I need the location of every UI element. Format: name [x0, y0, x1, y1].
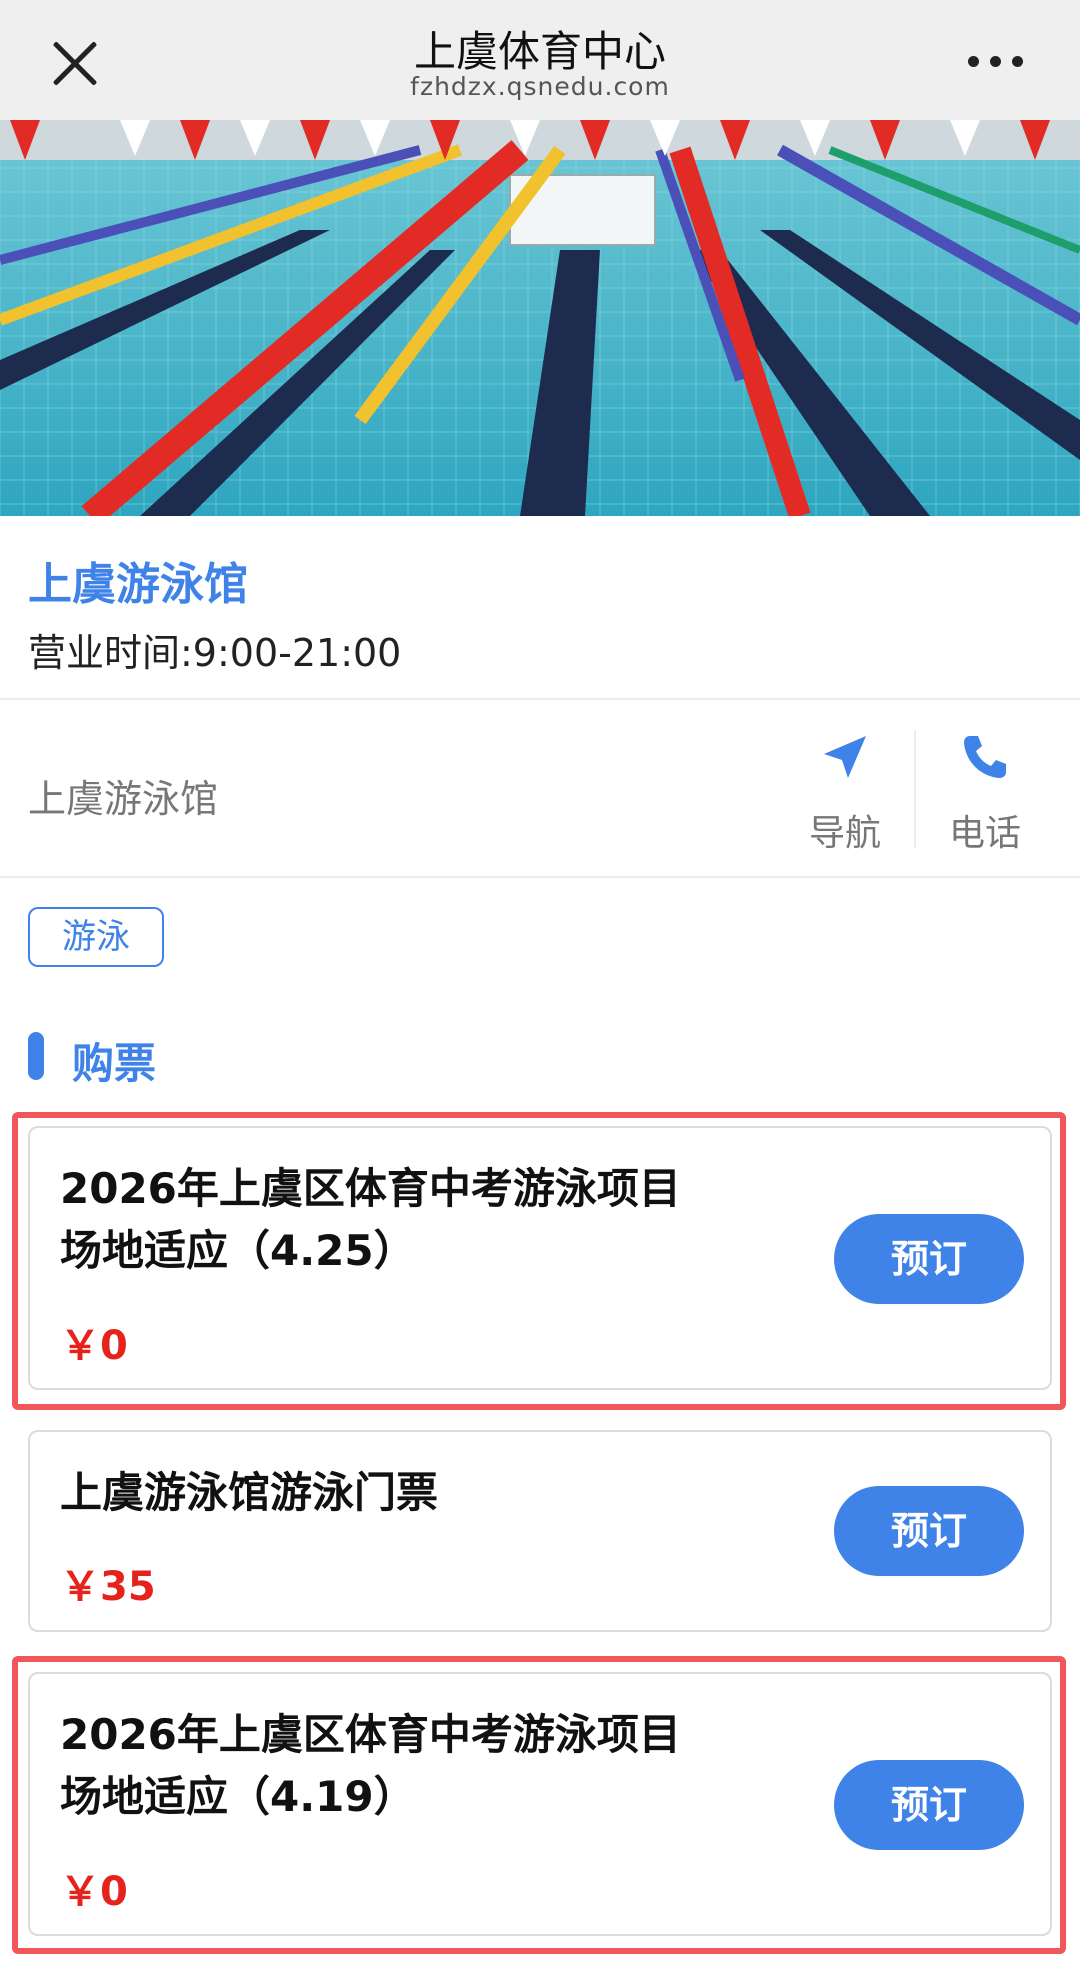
swimming-pool-photo	[0, 120, 1080, 516]
more-icon[interactable]	[968, 52, 1038, 68]
navigate-button[interactable]: 导航	[800, 728, 890, 854]
book-button[interactable]: 预订	[834, 1760, 1024, 1850]
navigation-arrow-icon	[824, 736, 866, 778]
ticket-title: 上虞游泳馆游泳门票	[60, 1468, 439, 1517]
ticket-title: 场地适应（4.19）	[60, 1772, 416, 1821]
action-separator	[914, 730, 916, 848]
ticket-price: ￥0	[60, 1869, 128, 1915]
navigate-label: 导航	[808, 813, 881, 854]
phone-button[interactable]: 电话	[940, 728, 1030, 854]
business-hours: 营业时间:9:00-21:00	[28, 631, 402, 675]
ticket-price: ￥35	[60, 1564, 156, 1610]
phone-icon	[964, 736, 1006, 778]
divider	[0, 876, 1080, 878]
ticket-title: 2026年上虞区体育中考游泳项目	[60, 1710, 681, 1759]
divider	[0, 698, 1080, 700]
page-title: 上虞体育中心	[413, 27, 666, 76]
ticket-title: 2026年上虞区体育中考游泳项目	[60, 1164, 681, 1213]
book-button[interactable]: 预订	[834, 1214, 1024, 1304]
venue-name: 上虞游泳馆	[28, 559, 248, 610]
section-title-tickets: 购票	[72, 1039, 157, 1088]
phone-label: 电话	[948, 813, 1021, 854]
venue-address: 上虞游泳馆	[28, 777, 219, 821]
ticket-card[interactable]: 上虞游泳馆游泳门票 ￥35 预订	[28, 1430, 1052, 1632]
ticket-card[interactable]: 2026年上虞区体育中考游泳项目 场地适应（4.19） ￥0 预订	[28, 1672, 1052, 1936]
book-button[interactable]: 预订	[834, 1486, 1024, 1576]
ticket-title: 场地适应（4.25）	[60, 1226, 416, 1275]
ticket-price: ￥0	[60, 1323, 128, 1369]
section-marker	[28, 1032, 44, 1080]
hero-banner-image[interactable]	[0, 120, 1080, 516]
page-url: fzhdzx.qsnedu.com	[410, 72, 670, 101]
top-bar: 上虞体育中心 fzhdzx.qsnedu.com	[0, 0, 1080, 120]
ticket-card[interactable]: 2026年上虞区体育中考游泳项目 场地适应（4.25） ￥0 预订	[28, 1126, 1052, 1390]
category-tag-swimming[interactable]: 游泳	[28, 907, 164, 967]
